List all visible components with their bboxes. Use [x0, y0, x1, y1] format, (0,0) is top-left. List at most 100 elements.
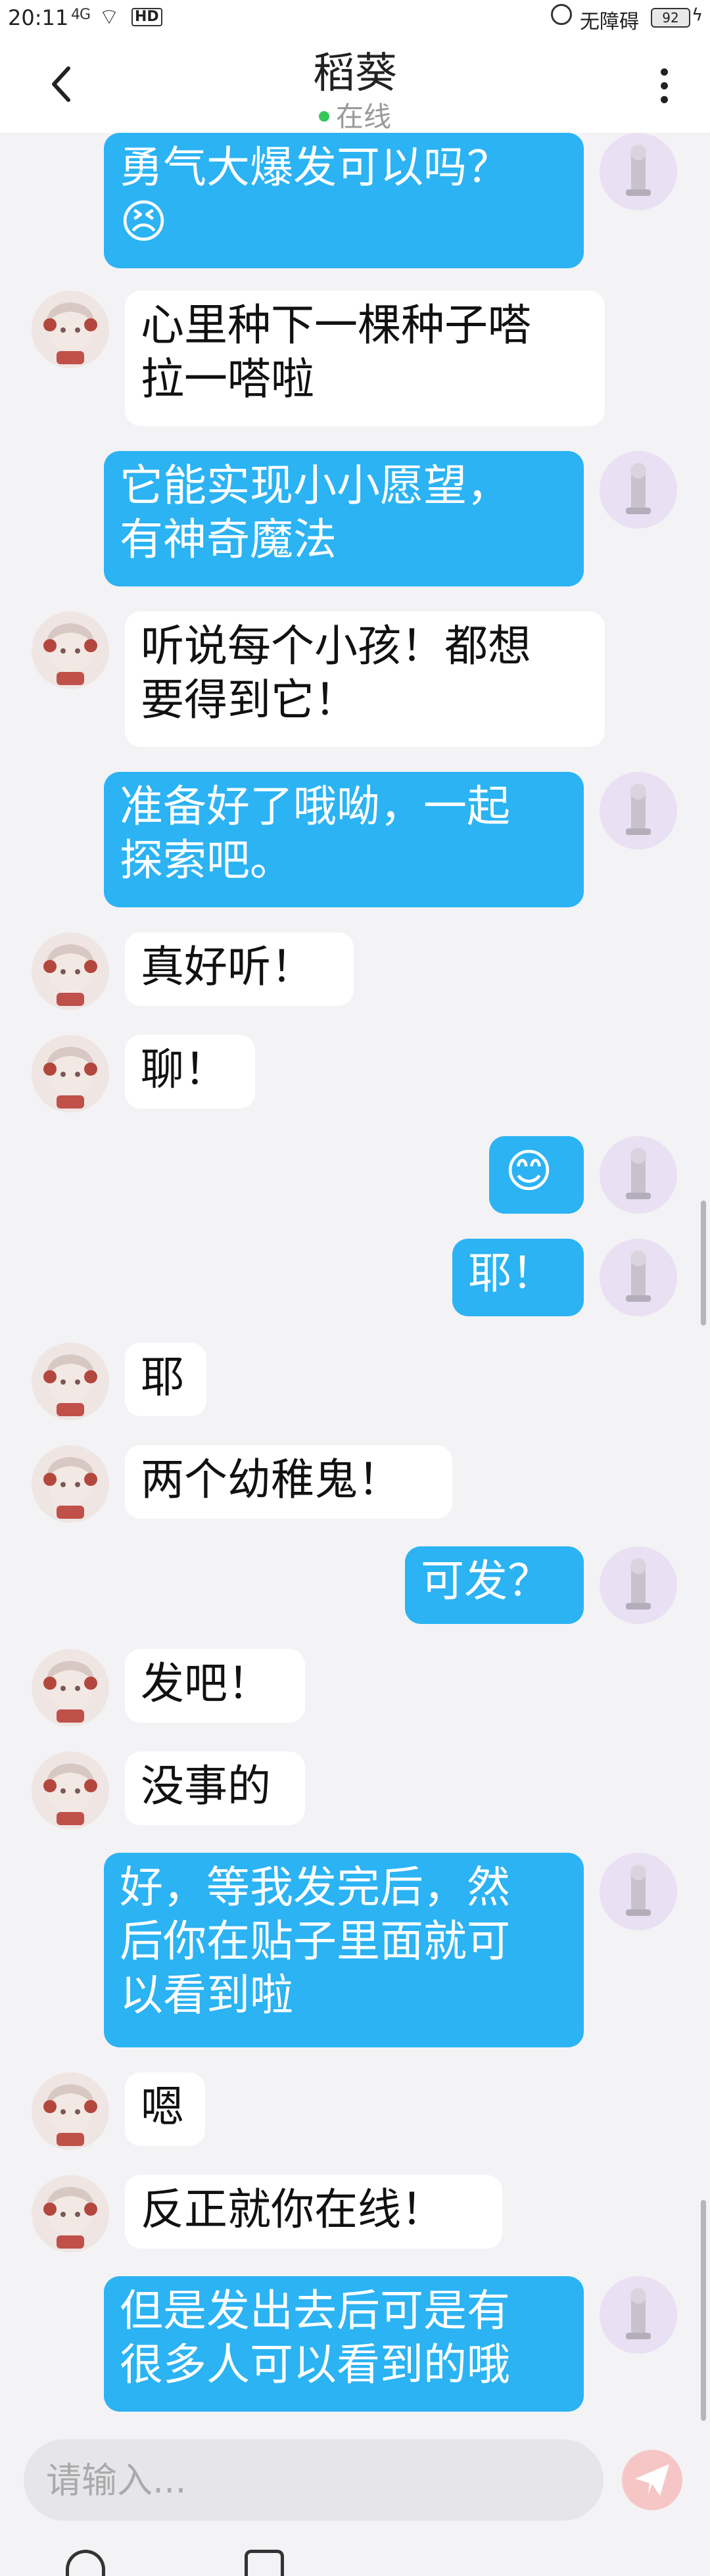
contact-avatar[interactable] — [32, 2175, 109, 2253]
incoming-message-bubble[interactable]: 发吧！ — [125, 1649, 305, 1723]
message-row: 聊！ — [0, 1035, 710, 1112]
message-text: 听说每个小孩！都想 — [141, 621, 531, 671]
incoming-message-bubble[interactable]: 聊！ — [125, 1035, 255, 1109]
message-text: 勇气大爆发可以吗？ — [120, 142, 510, 193]
message-text: 它能实现小小愿望， — [120, 460, 510, 511]
online-status: 在线 — [0, 95, 710, 135]
contact-avatar[interactable] — [32, 1343, 109, 1420]
incoming-message-bubble[interactable]: 没事的 — [125, 1752, 305, 1825]
more-options-button[interactable] — [651, 64, 677, 110]
incoming-message-bubble[interactable]: 心里种下一棵种子嗒 拉一嗒啦 — [125, 291, 605, 426]
message-list[interactable]: 勇气大爆发可以吗？ 😣 心里种下一棵种子嗒 拉一嗒啦它能实现小小愿望， 有神奇魔法听说每… — [0, 133, 710, 2421]
my-avatar[interactable] — [600, 1546, 677, 1624]
message-text: 😊 — [505, 1144, 553, 1198]
message-text: 没事的 — [141, 1761, 271, 1811]
contact-avatar[interactable] — [32, 1752, 109, 1829]
charging-icon: ϟ — [692, 5, 703, 25]
online-dot-icon — [318, 110, 329, 122]
wifi-icon: ⌔ — [99, 4, 120, 30]
status-bar: 20:11 4G ⌔ HD 无障碍 92 ϟ — [0, 0, 710, 39]
message-row: 真好听！ — [0, 932, 710, 1010]
message-text: 很多人可以看到的哦 — [120, 2339, 510, 2390]
send-button[interactable] — [622, 2450, 682, 2510]
signal-icon: 4G — [71, 7, 91, 23]
message-text: 耶 — [141, 1352, 184, 1402]
message-row: 耶！ — [0, 1239, 710, 1316]
contact-avatar[interactable] — [32, 932, 109, 1010]
message-text: 探索吧。 — [120, 835, 293, 886]
message-row: 反正就你在线！ — [0, 2175, 710, 2253]
message-row: 可发？ — [0, 1546, 710, 1624]
message-text: 好，等我发完后，然 — [120, 1862, 510, 1913]
message-text: 准备好了哦呦，一起 — [120, 781, 510, 832]
contact-avatar[interactable] — [32, 1445, 109, 1523]
message-text: 真好听！ — [141, 942, 314, 992]
message-text: 耶！ — [468, 1248, 555, 1299]
send-icon — [635, 2464, 669, 2496]
contact-avatar[interactable] — [32, 1035, 109, 1112]
message-input[interactable] — [24, 2439, 604, 2521]
message-text: 有神奇魔法 — [120, 514, 337, 565]
message-row: 心里种下一棵种子嗒 拉一嗒啦 — [0, 291, 710, 426]
incoming-message-bubble[interactable]: 两个幼稚鬼！ — [125, 1445, 452, 1519]
message-text: 😣 — [120, 195, 168, 249]
status-time: 20:11 — [8, 5, 69, 30]
chat-header: 稻葵 在线 — [0, 39, 710, 133]
outgoing-message-bubble[interactable]: 可发？ — [405, 1546, 584, 1624]
my-avatar[interactable] — [600, 451, 677, 529]
scrollbar[interactable] — [701, 1201, 706, 1325]
message-row: 好，等我发完后，然 后你在贴子里面就可 以看到啦 — [0, 1853, 710, 2047]
my-avatar[interactable] — [600, 1853, 677, 1930]
accessibility-icon — [551, 4, 572, 25]
message-text: 反正就你在线！ — [141, 2184, 444, 2235]
incoming-message-bubble[interactable]: 反正就你在线！ — [125, 2175, 502, 2249]
outgoing-message-bubble[interactable]: 准备好了哦呦，一起 探索吧。 — [104, 772, 584, 907]
message-row: 发吧！ — [0, 1649, 710, 1727]
message-text: 要得到它！ — [141, 675, 358, 725]
message-row: 嗯 — [0, 2072, 710, 2150]
message-text: 发吧！ — [141, 1658, 271, 1709]
outgoing-message-bubble[interactable]: 勇气大爆发可以吗？ 😣 — [104, 133, 584, 268]
incoming-message-bubble[interactable]: 听说每个小孩！都想 要得到它！ — [125, 611, 605, 747]
incoming-message-bubble[interactable]: 耶 — [125, 1343, 206, 1416]
message-text: 以看到啦 — [120, 1970, 293, 2020]
nav-circle-icon[interactable] — [66, 2550, 105, 2576]
message-text: 聊！ — [141, 1044, 227, 1095]
incoming-message-bubble[interactable]: 嗯 — [125, 2072, 205, 2146]
message-text: 但是发出去后可是有 — [120, 2285, 510, 2336]
my-avatar[interactable] — [600, 133, 677, 210]
accessibility-label: 无障碍 — [580, 11, 639, 34]
message-row: 准备好了哦呦，一起 探索吧。 — [0, 772, 710, 907]
message-row: 没事的 — [0, 1752, 710, 1829]
contact-avatar[interactable] — [32, 611, 109, 689]
message-text: 拉一嗒啦 — [141, 354, 314, 404]
message-text: 心里种下一棵种子嗒 — [141, 300, 531, 350]
incoming-message-bubble[interactable]: 真好听！ — [125, 932, 354, 1006]
message-text: 后你在贴子里面就可 — [120, 1916, 510, 1967]
message-row: 听说每个小孩！都想 要得到它！ — [0, 611, 710, 747]
my-avatar[interactable] — [600, 1239, 677, 1316]
contact-avatar[interactable] — [32, 2072, 109, 2150]
outgoing-message-bubble[interactable]: 耶！ — [452, 1239, 584, 1316]
contact-name: 稻葵 — [313, 49, 397, 98]
message-row: 勇气大爆发可以吗？ 😣 — [0, 133, 710, 268]
my-avatar[interactable] — [600, 2276, 677, 2354]
scrollbar-lower[interactable] — [701, 2200, 706, 2421]
contact-avatar[interactable] — [32, 291, 109, 368]
my-avatar[interactable] — [600, 772, 677, 849]
my-avatar[interactable] — [600, 1136, 677, 1214]
message-row: 但是发出去后可是有 很多人可以看到的哦 — [0, 2276, 710, 2412]
hd-badge: HD — [131, 8, 162, 26]
online-status-label: 在线 — [335, 101, 391, 133]
message-row: 耶 — [0, 1343, 710, 1420]
message-row: 😊 — [0, 1136, 710, 1214]
outgoing-message-bubble[interactable]: 它能实现小小愿望， 有神奇魔法 — [104, 451, 584, 586]
message-text: 嗯 — [141, 2082, 184, 2132]
input-bar — [0, 2421, 710, 2576]
contact-avatar[interactable] — [32, 1649, 109, 1727]
outgoing-message-bubble[interactable]: 😊 — [489, 1136, 584, 1214]
outgoing-message-bubble[interactable]: 但是发出去后可是有 很多人可以看到的哦 — [104, 2276, 584, 2412]
outgoing-message-bubble[interactable]: 好，等我发完后，然 后你在贴子里面就可 以看到啦 — [104, 1853, 584, 2047]
nav-square-icon[interactable] — [245, 2550, 284, 2576]
message-text: 可发？ — [421, 1556, 551, 1606]
